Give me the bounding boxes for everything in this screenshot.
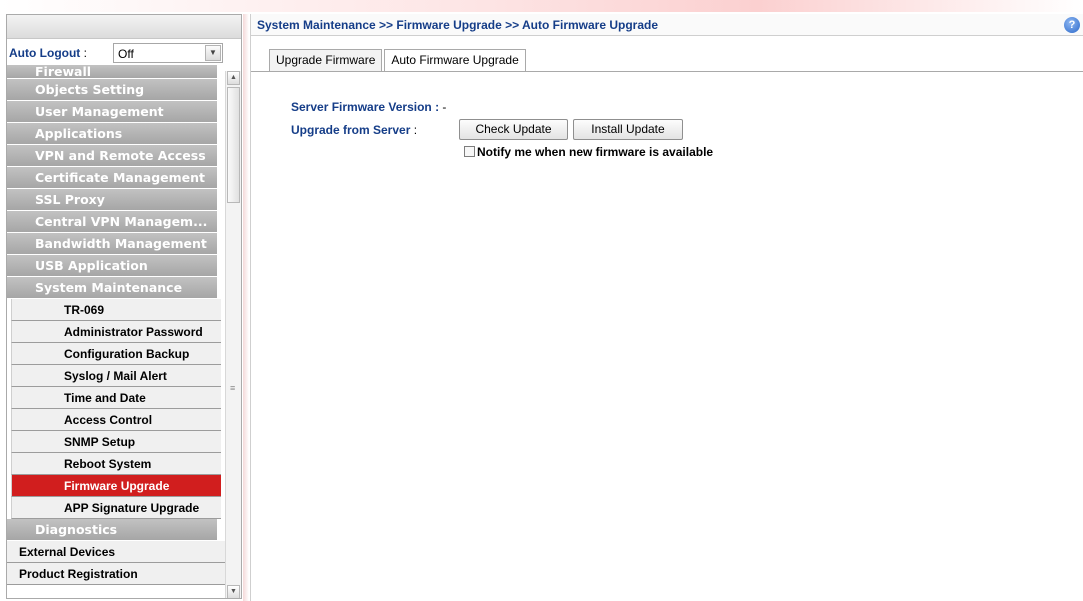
sidebar-item-product-registration[interactable]: Product Registration bbox=[7, 563, 225, 585]
sidebar-item-external-devices[interactable]: External Devices bbox=[7, 541, 225, 563]
sidebar-item-bandwidth-management[interactable]: Bandwidth Management bbox=[7, 233, 217, 255]
scroll-up-icon[interactable]: ▲ bbox=[227, 71, 240, 85]
server-firmware-version-label: Server Firmware Version bbox=[291, 100, 432, 114]
breadcrumb-text: System Maintenance >> Firmware Upgrade >… bbox=[257, 18, 659, 32]
sidebar-item-central-vpn-managem[interactable]: Central VPN Managem... bbox=[7, 211, 217, 233]
auto-logout-value: Off bbox=[118, 47, 134, 61]
sidebar: Auto Logout : Off ▼ Firewall Objects Sett… bbox=[6, 14, 242, 599]
tab-auto-firmware-upgrade[interactable]: Auto Firmware Upgrade bbox=[384, 49, 526, 72]
server-firmware-version-value: - bbox=[442, 100, 447, 114]
scroll-down-icon[interactable]: ▼ bbox=[227, 585, 240, 598]
chevron-down-icon[interactable]: ▼ bbox=[205, 45, 221, 61]
check-update-button[interactable]: Check Update bbox=[459, 119, 568, 140]
breadcrumb: System Maintenance >> Firmware Upgrade >… bbox=[251, 14, 1083, 36]
main-panel: System Maintenance >> Firmware Upgrade >… bbox=[250, 14, 1083, 601]
help-icon[interactable]: ? bbox=[1064, 17, 1080, 33]
sidebar-item-access-control[interactable]: Access Control bbox=[11, 409, 221, 431]
upgrade-from-server-label: Upgrade from Server bbox=[291, 123, 411, 137]
sidebar-scrollbar[interactable]: ▲ ≡ ▼ bbox=[225, 71, 241, 598]
sidebar-edge-shadow bbox=[243, 14, 249, 601]
sidebar-item-firewall[interactable]: Firewall bbox=[7, 65, 217, 79]
sidebar-menu: Firewall Objects Setting User Management Ap… bbox=[7, 65, 225, 585]
upgrade-from-server-row: Upgrade from Server : bbox=[291, 123, 418, 137]
sidebar-item-administrator-password[interactable]: Administrator Password bbox=[11, 321, 221, 343]
tab-bar: Upgrade Firmware Auto Firmware Upgrade bbox=[269, 49, 528, 72]
auto-logout-select[interactable]: Off ▼ bbox=[113, 43, 223, 63]
sidebar-item-time-and-date[interactable]: Time and Date bbox=[11, 387, 221, 409]
sidebar-item-certificate-management[interactable]: Certificate Management bbox=[7, 167, 217, 189]
notify-label: Notify me when new firmware is available bbox=[477, 145, 714, 159]
tab-upgrade-firmware[interactable]: Upgrade Firmware bbox=[269, 49, 383, 71]
sidebar-item-reboot-system[interactable]: Reboot System bbox=[11, 453, 221, 475]
sidebar-item-vpn-and-remote-access[interactable]: VPN and Remote Access bbox=[7, 145, 217, 167]
top-gradient-bar bbox=[0, 0, 1083, 12]
sidebar-item-applications[interactable]: Applications bbox=[7, 123, 217, 145]
sidebar-item-user-management[interactable]: User Management bbox=[7, 101, 217, 123]
sidebar-item-syslog-mail-alert[interactable]: Syslog / Mail Alert bbox=[11, 365, 221, 387]
auto-logout-row: Auto Logout : Off ▼ bbox=[9, 43, 241, 65]
install-update-button[interactable]: Install Update bbox=[573, 119, 683, 140]
sidebar-item-diagnostics[interactable]: Diagnostics bbox=[7, 519, 217, 541]
notify-row: Notify me when new firmware is available bbox=[464, 145, 713, 159]
sidebar-item-snmp-setup[interactable]: SNMP Setup bbox=[11, 431, 221, 453]
tab-divider bbox=[251, 71, 1083, 72]
sidebar-item-tr-069[interactable]: TR-069 bbox=[11, 299, 221, 321]
sidebar-item-configuration-backup[interactable]: Configuration Backup bbox=[11, 343, 221, 365]
server-firmware-version-row: Server Firmware Version : - bbox=[291, 100, 447, 114]
scroll-thumb[interactable] bbox=[227, 87, 240, 203]
sidebar-item-ssl-proxy[interactable]: SSL Proxy bbox=[7, 189, 217, 211]
sidebar-item-objects-setting[interactable]: Objects Setting bbox=[7, 79, 217, 101]
sidebar-item-app-signature-upgrade[interactable]: APP Signature Upgrade bbox=[11, 497, 221, 519]
sidebar-header bbox=[7, 15, 241, 39]
auto-logout-label: Auto Logout : bbox=[9, 46, 87, 60]
scroll-grip-icon: ≡ bbox=[230, 383, 236, 393]
notify-checkbox[interactable] bbox=[464, 146, 475, 157]
sidebar-item-firmware-upgrade[interactable]: Firmware Upgrade bbox=[11, 475, 221, 497]
sidebar-item-system-maintenance[interactable]: System Maintenance bbox=[7, 277, 217, 299]
sidebar-item-usb-application[interactable]: USB Application bbox=[7, 255, 217, 277]
